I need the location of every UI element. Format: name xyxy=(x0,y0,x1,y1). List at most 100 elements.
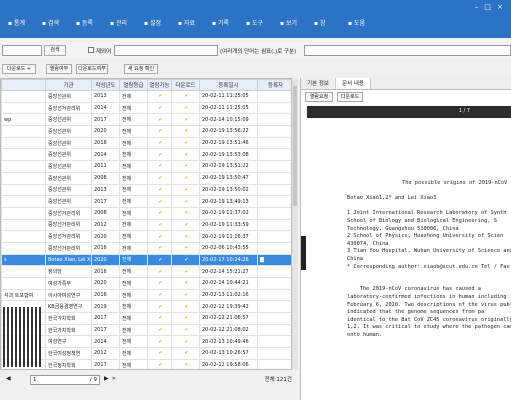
menu-item-5[interactable]: ▪ 자료 xyxy=(178,18,208,27)
menu-item-1[interactable]: ▪ 검색 xyxy=(42,18,72,27)
window-controls[interactable]: – □ × xyxy=(475,3,505,11)
table-cell: 전체 xyxy=(119,241,148,255)
page-input[interactable]: 1 / 9 xyxy=(30,375,100,385)
table-cell: ✔ xyxy=(147,335,172,349)
menu-item-6[interactable]: ▪ 기록 xyxy=(212,18,242,27)
menu-item-3[interactable]: ▪ 관리 xyxy=(110,18,140,27)
download-button[interactable]: 다운로드 + xyxy=(2,64,36,74)
table-row[interactable]: 중앙선관위 2018 전체 ✔ ✔ 20-02-19 13:51:46 xyxy=(1,136,291,150)
table-cell: ✔ xyxy=(147,300,172,314)
table-row[interactable]: 중앙선관위 2008 전체 ✔ ✔ 20-02-19 13:50:47 xyxy=(1,171,291,185)
download-status-button[interactable]: 다운로드여부 xyxy=(76,64,108,74)
search-hint: (여러개의 단어는 쉼표(,)로 구분) xyxy=(220,49,297,55)
table-cell: 20-02-19 11:33:59 xyxy=(199,218,258,232)
table-cell: 2013 xyxy=(91,183,120,197)
scrollbar-thumb[interactable] xyxy=(293,86,297,206)
table-row[interactable]: 한국가치학회 2017 전체 ✔ ✔ 20-02-12 21:08:02 xyxy=(1,323,291,337)
table-cell: ✔ xyxy=(147,241,172,255)
tab-document-content[interactable]: 문서 내용 xyxy=(336,78,371,89)
table-row[interactable]: wp 중앙선관위 2017 전체 ✔ ✔ 20-02-14 10:15:09 xyxy=(1,113,291,127)
menu-item-10[interactable]: ▪ 도움 xyxy=(348,18,378,27)
document-text: The possible origins of 2019-nCoV c Bota… xyxy=(347,180,511,339)
table-cell xyxy=(1,218,46,232)
prev-page-icon[interactable]: ◀ xyxy=(6,375,11,382)
table-row[interactable]: 한국정치학회 2017 전체 ✔ ✔ 20-02-12 19:58:06 xyxy=(1,358,291,369)
grid-toolbar: 다운로드 + 열람여부 다운로드여부 새 요청 확인 xyxy=(0,62,300,76)
exclude-checkbox[interactable] xyxy=(88,47,94,53)
table-row[interactable]: 여성연구 2014 전체 ✔ ✔ 20-02-13 10:49:46 xyxy=(1,335,291,349)
column-header-6[interactable]: 등록일시 xyxy=(199,79,258,91)
table-cell: ✔ xyxy=(171,335,200,349)
table-cell: ▇ xyxy=(257,253,291,267)
table-cell: 2008 xyxy=(91,171,120,185)
column-header-2[interactable]: 작성년도 xyxy=(91,79,120,91)
view-status-button[interactable]: 열람여부 xyxy=(46,64,72,74)
search-button[interactable]: 검색 xyxy=(44,45,66,56)
menu-item-2[interactable]: ▪ 등록 xyxy=(76,18,106,27)
table-cell: ✔ xyxy=(171,136,200,150)
table-row[interactable]: 중앙선거관리위 2014 전체 ✔ ✔ 20-02-11 11:25:05 xyxy=(1,101,291,115)
grid-scrollbar[interactable] xyxy=(292,78,298,370)
table-cell xyxy=(257,230,291,243)
secondary-input[interactable] xyxy=(304,45,511,56)
table-row[interactable]: 중앙선관위 2014 전체 ✔ ✔ 20-02-19 13:53:08 xyxy=(1,148,291,162)
table-cell: 아시아여성연구 xyxy=(45,288,92,302)
column-header-4[interactable]: 열람가능 xyxy=(147,79,172,91)
table-row[interactable]: 석과 트포함여 아시아여성연구 2016 전체 ✔ ✔ 20-02-13 11:02:16 xyxy=(1,288,291,302)
table-row[interactable]: 여성가족부 2020 전체 ✔ ✔ 20-02-14 10:44:21 xyxy=(1,277,291,290)
menu-item-4[interactable]: ▪ 설정 xyxy=(144,18,174,27)
exclude-input[interactable] xyxy=(114,45,218,56)
menu-item-7[interactable]: ▪ 도구 xyxy=(246,18,276,27)
table-cell: 20-02-13 10:49:46 xyxy=(199,335,258,349)
table-cell: 2011 xyxy=(91,160,120,173)
table-row[interactable]: 중앙선관위 2011 전체 ✔ ✔ 20-02-19 13:51:22 xyxy=(1,160,291,173)
search-input[interactable] xyxy=(2,45,42,56)
column-header-3[interactable]: 열람등급 xyxy=(119,79,148,91)
table-cell: 전체 xyxy=(119,90,148,103)
table-cell: 20-02-11 11:25:05 xyxy=(199,101,258,115)
table-row[interactable]: s Botao Xiao, Lei X 2020 전체 ✔ ✔ 20-02-17 10:24… xyxy=(1,253,291,267)
table-row[interactable]: 중앙선거관리위 2008 전체 ✔ ✔ 20-02-19 11:37:02 xyxy=(1,206,291,220)
table-row[interactable]: 정의당 2016 전체 ✔ ✔ 20-02-14 15:21:27 xyxy=(1,265,291,278)
menu-item-8[interactable]: ▪ 보기 xyxy=(280,18,310,27)
table-cell: ✔ xyxy=(147,148,172,162)
document-viewer[interactable]: The possible origins of 2019-nCoV c Bota… xyxy=(301,118,511,400)
table-cell: 중앙선관위 xyxy=(45,113,92,127)
table-row[interactable]: 중앙선거관리위 2020 전체 ✔ ✔ 20-02-19 11:16:37 xyxy=(1,230,291,243)
table-cell xyxy=(257,136,291,150)
tab-basic-info[interactable]: 기본 정보 xyxy=(301,78,336,89)
column-header-1[interactable]: 기관 xyxy=(45,79,92,91)
table-row[interactable]: 중앙선관위 2013 전체 ✔ ✔ 20-02-11 11:25:05 xyxy=(1,90,291,103)
table-cell: ✔ xyxy=(147,101,172,115)
table-cell: 20-02-19 13:50:02 xyxy=(199,183,258,197)
column-header-0[interactable] xyxy=(1,79,46,91)
document-line: 1,2. It was critical to study where the … xyxy=(347,324,511,331)
column-header-5[interactable]: 다운로드 xyxy=(171,79,200,91)
request-view-button[interactable]: 열람요청 xyxy=(305,92,333,102)
next-page-icon[interactable]: ▶ xyxy=(104,375,109,382)
table-row[interactable]: 중앙선관위 2017 전체 ✔ ✔ 20-02-19 13:49:13 xyxy=(1,195,291,208)
table-cell xyxy=(257,148,291,162)
table-cell: ✔ xyxy=(147,347,172,360)
table-cell: 전체 xyxy=(119,171,148,185)
table-cell: 여성연구 xyxy=(45,335,92,349)
column-header-7[interactable]: 등록자 xyxy=(257,79,291,91)
table-cell: 2019 xyxy=(91,300,120,314)
table-cell: 여성가족부 xyxy=(45,277,92,290)
check-requests-button[interactable]: 새 요청 확인 xyxy=(124,64,158,74)
table-row[interactable]: 중앙선거관리위 2012 전체 ✔ ✔ 20-02-19 11:33:59 xyxy=(1,218,291,232)
table-row[interactable]: 중앙선거관리위 2016 전체 ✔ ✔ 20-02-06 10:43:55 xyxy=(1,241,291,255)
menu-item-9[interactable]: ▪ 창 xyxy=(314,18,344,27)
table-row[interactable]: 한국여성정책연 2012 전체 ✔ ✔ 20-02-13 10:26:57 xyxy=(1,347,291,360)
table-row[interactable]: 한국가치학회 2017 전체 ✔ ✔ 20-02-12 21:06:57 xyxy=(1,312,291,325)
menu-item-0[interactable]: ▪ 통계 xyxy=(8,18,38,27)
table-row[interactable]: KB금융경영연구 2019 전체 ✔ ✔ 20-02-12 19:39:42 xyxy=(1,300,291,314)
viewer-side-handle[interactable] xyxy=(301,236,306,270)
table-row[interactable]: 중앙선관위 2013 전체 ✔ ✔ 20-02-19 13:50:02 xyxy=(1,183,291,197)
download-doc-button[interactable]: 다운로드 xyxy=(337,92,363,102)
last-page-icon[interactable]: » xyxy=(112,375,116,382)
table-cell: 20-02-19 11:37:02 xyxy=(199,206,258,220)
table-row[interactable]: 중앙선관위 2020 전체 ✔ ✔ 20-02-19 13:56:22 xyxy=(1,125,291,138)
